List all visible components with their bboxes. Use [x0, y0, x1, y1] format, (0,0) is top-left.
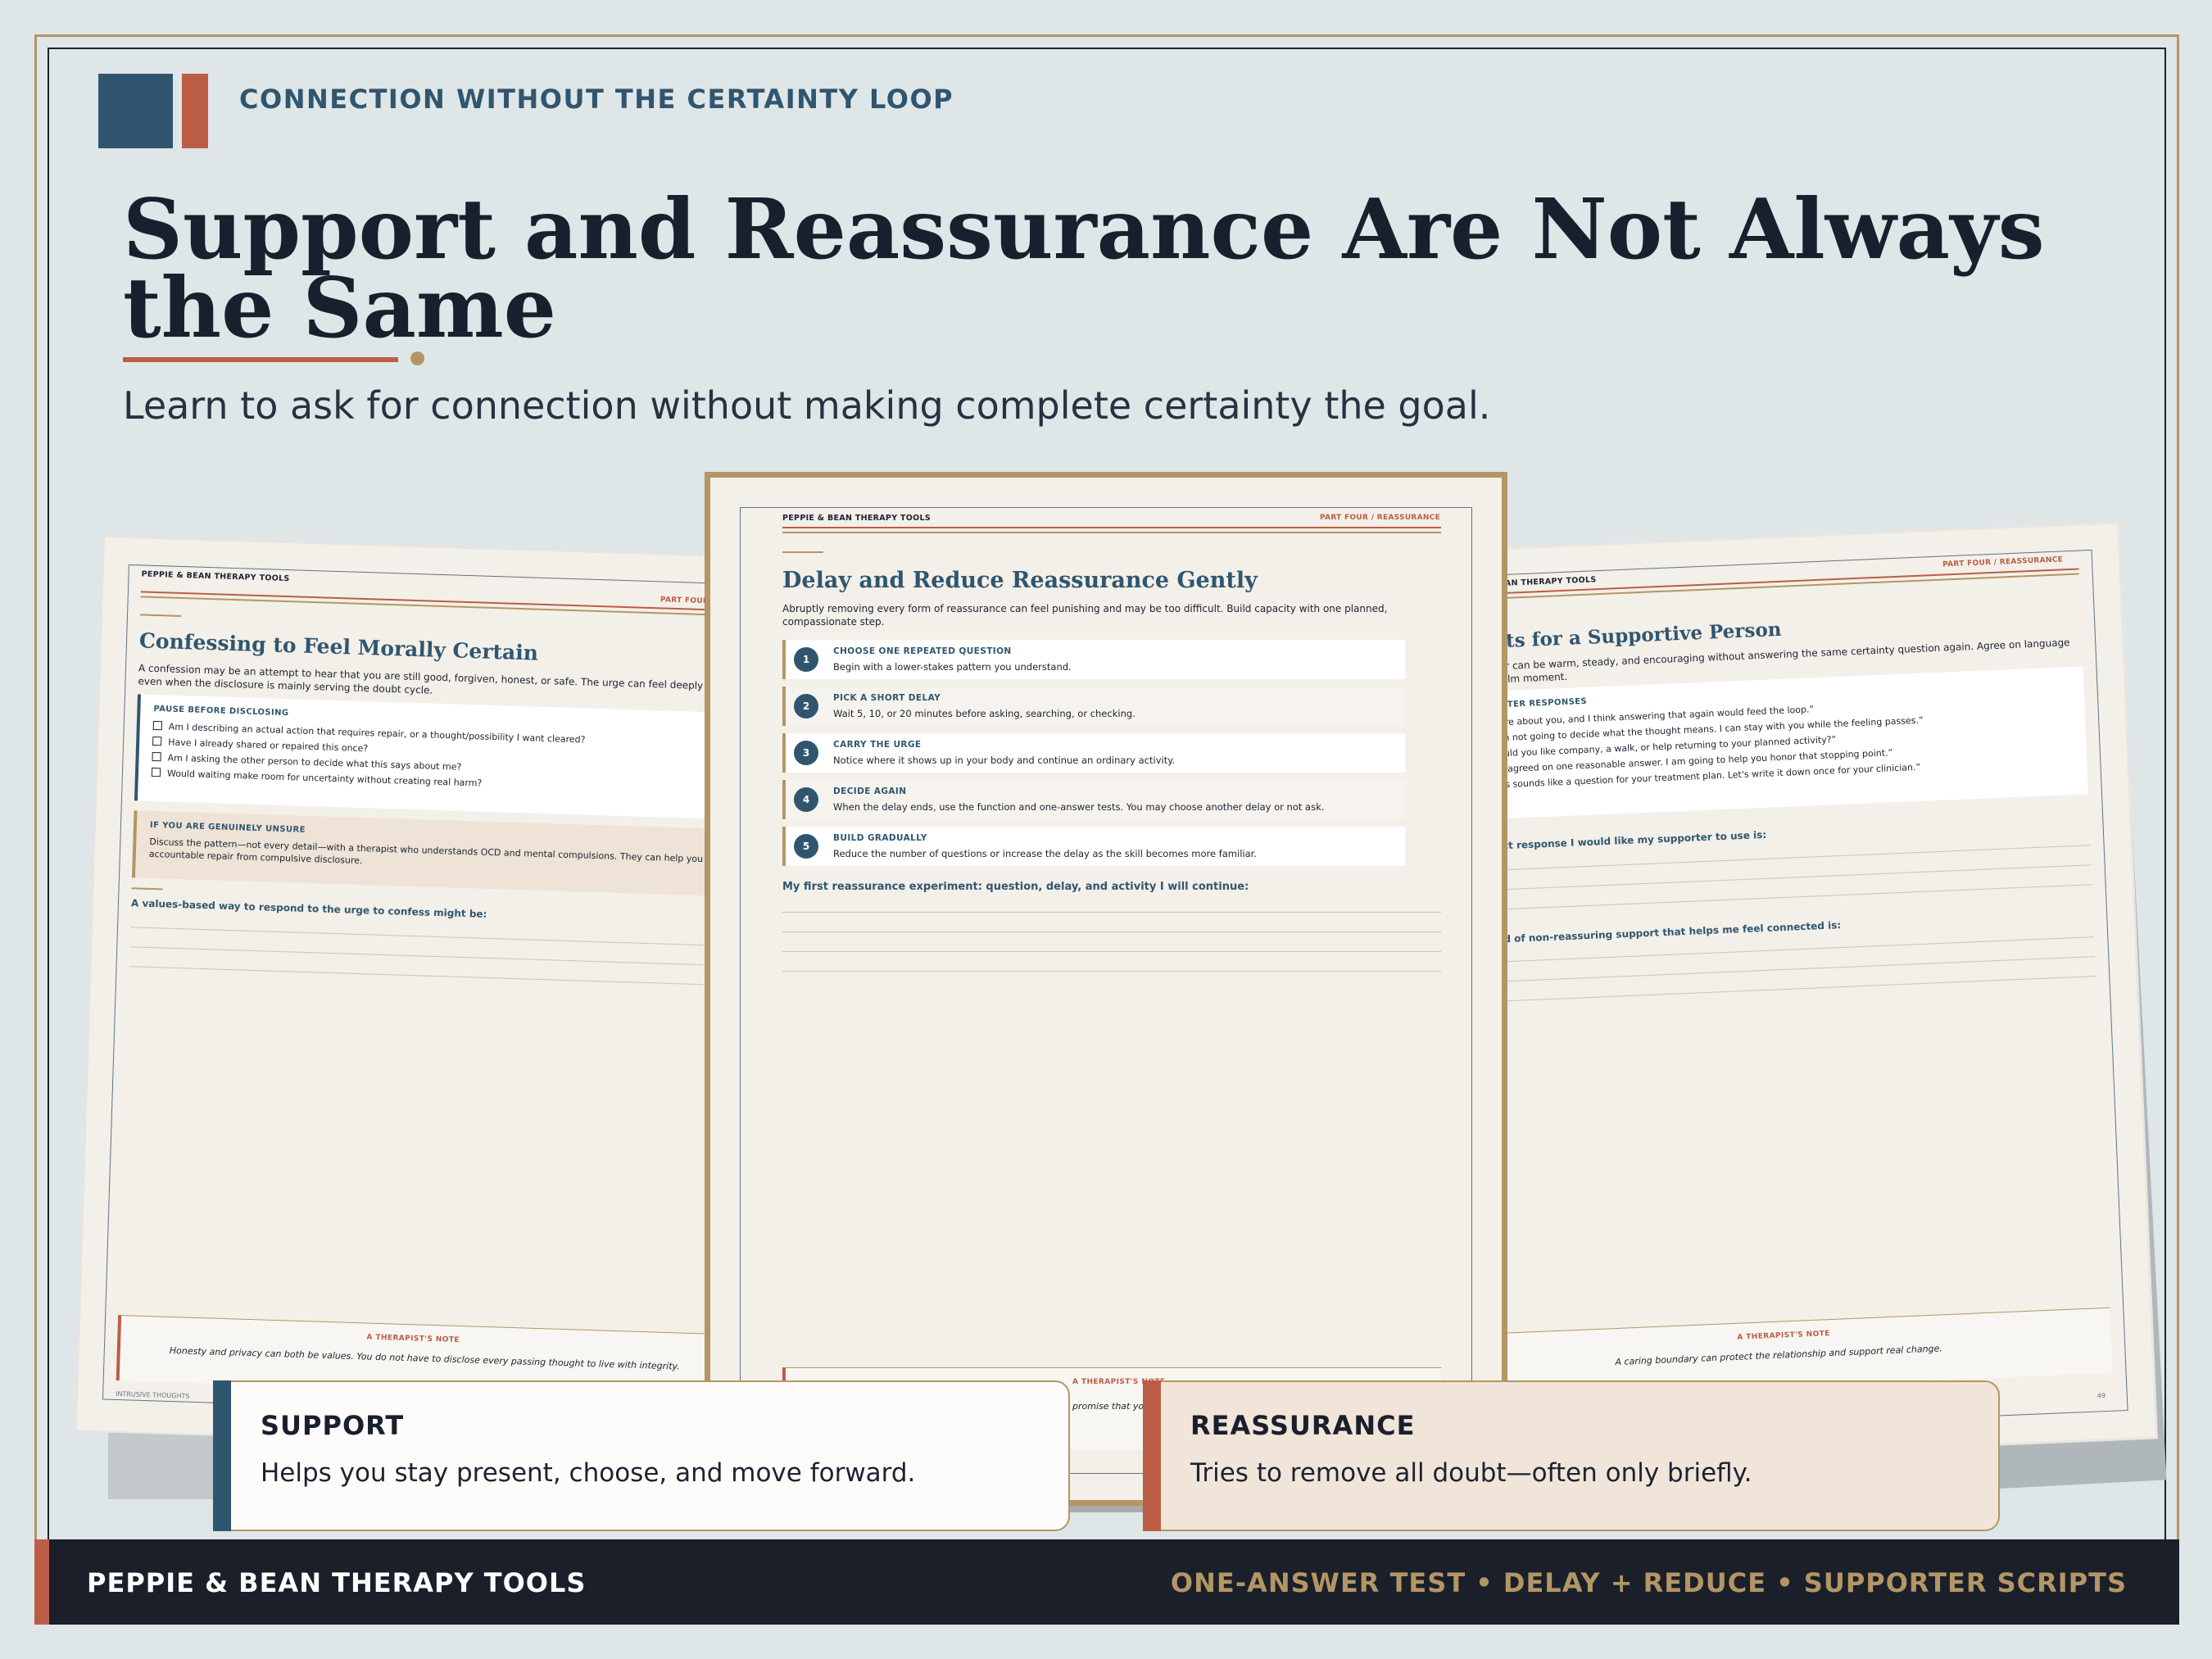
- logo-bar: [182, 74, 208, 148]
- step-number: 2: [794, 694, 818, 718]
- writing-prompt: My first reassurance experiment: questio…: [782, 881, 1249, 893]
- page-title: Support and Reassurance Are Not Always t…: [123, 180, 2045, 356]
- reassurance-card-title: REASSURANCE: [1190, 1410, 1416, 1441]
- support-card-desc: Helps you stay present, choose, and move…: [261, 1458, 916, 1488]
- step-desc: Reduce the number of questions or increa…: [833, 848, 1257, 859]
- footer-topics: ONE-ANSWER TEST • DELAY + REDUCE • SUPPO…: [1170, 1567, 2127, 1598]
- step-title: BUILD GRADUALLY: [833, 833, 927, 843]
- writing-line[interactable]: [782, 931, 1441, 932]
- step-desc: Notice where it shows up in your body an…: [833, 755, 1176, 766]
- writing-line[interactable]: [782, 971, 1441, 972]
- worksheet-middle: PEPPIE & BEAN THERAPY TOOLS PART FOUR / …: [705, 472, 1507, 1506]
- support-card: SUPPORT Helps you stay present, choose, …: [213, 1380, 1070, 1531]
- step-number: 1: [794, 647, 818, 672]
- reassurance-card: REASSURANCE Tries to remove all doubt—of…: [1143, 1380, 2000, 1531]
- page-number: 49: [2096, 1392, 2106, 1400]
- step-card: 1 CHOOSE ONE REPEATED QUESTION Begin wit…: [782, 640, 1405, 679]
- step-card: 2 PICK A SHORT DELAY Wait 5, 10, or 20 m…: [782, 687, 1405, 726]
- step-number: 3: [794, 741, 818, 765]
- step-desc: When the delay ends, use the function an…: [833, 801, 1325, 813]
- title-underline: [123, 357, 398, 362]
- eyebrow-text: CONNECTION WITHOUT THE CERTAINTY LOOP: [239, 84, 954, 115]
- step-number: 4: [794, 787, 818, 812]
- footer-bar: PEPPIE & BEAN THERAPY TOOLS ONE-ANSWER T…: [34, 1539, 2179, 1625]
- title-dot: [410, 351, 424, 365]
- support-card-title: SUPPORT: [261, 1410, 405, 1441]
- checklist-item[interactable]: Have I already shared or repaired this o…: [152, 737, 368, 755]
- sheet-part: PART FOUR / REASSURANCE: [1320, 514, 1441, 522]
- footer-brand: PEPPIE & BEAN THERAPY TOOLS: [87, 1567, 587, 1598]
- writing-line[interactable]: [782, 951, 1441, 952]
- step-desc: Begin with a lower-stakes pattern you un…: [833, 661, 1072, 673]
- sheet-intro: Abruptly removing every form of reassura…: [782, 603, 1388, 628]
- sheet-title: Delay and Reduce Reassurance Gently: [782, 568, 1258, 593]
- checklist-panel: PAUSE BEFORE DISCLOSING Am I describing …: [134, 694, 777, 821]
- step-title: CHOOSE ONE REPEATED QUESTION: [833, 646, 1012, 656]
- sheet-part: PART FOUR: [660, 596, 709, 606]
- page-subtitle: Learn to ask for connection without maki…: [123, 383, 1491, 428]
- step-desc: Wait 5, 10, or 20 minutes before asking,…: [833, 708, 1135, 719]
- step-title: CARRY THE URGE: [833, 740, 922, 750]
- step-card: 5 BUILD GRADUALLY Reduce the number of q…: [782, 827, 1405, 866]
- scripts-panel: SUPPORTER RESPONSES “I care about you, a…: [1453, 666, 2088, 821]
- reassurance-card-desc: Tries to remove all doubt—often only bri…: [1190, 1458, 1752, 1488]
- footer-accent: [34, 1539, 49, 1625]
- worksheet-left: PEPPIE & BEAN THERAPY TOOLS PART FOUR Co…: [76, 537, 785, 1452]
- logo-square: [98, 74, 173, 148]
- sheet-brand: PEPPIE & BEAN THERAPY TOOLS: [782, 514, 931, 523]
- step-card: 3 CARRY THE URGE Notice where it shows u…: [782, 733, 1405, 773]
- step-title: PICK A SHORT DELAY: [833, 693, 941, 703]
- step-card: 4 DECIDE AGAIN When the delay ends, use …: [782, 780, 1405, 819]
- step-number: 5: [794, 834, 818, 859]
- step-title: DECIDE AGAIN: [833, 786, 907, 796]
- writing-line[interactable]: [782, 912, 1441, 913]
